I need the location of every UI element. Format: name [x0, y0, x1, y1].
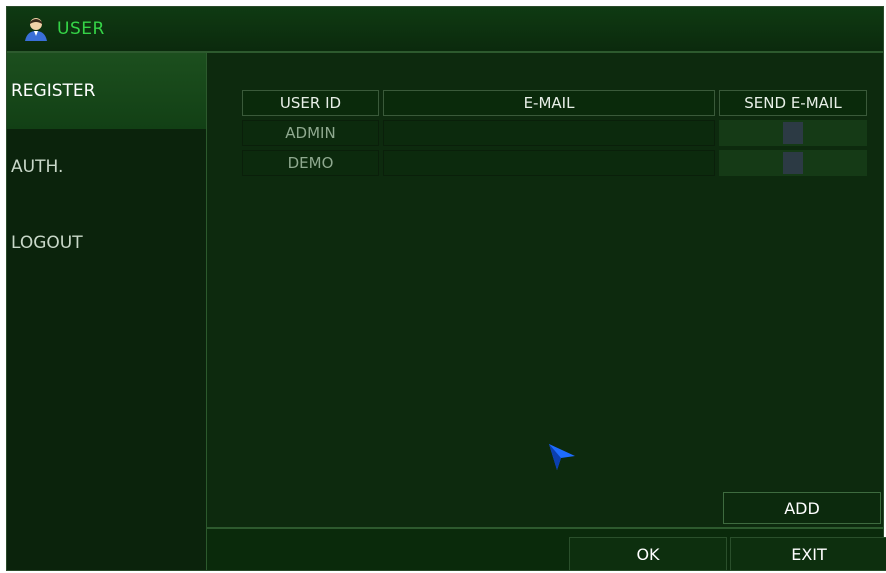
sidebar-item-logout[interactable]: LOGOUT	[7, 205, 206, 281]
add-button[interactable]: ADD	[723, 492, 881, 524]
table-header-row: USER ID E-MAIL SEND E-MAIL	[242, 90, 867, 116]
cursor-arrow-icon	[549, 444, 575, 470]
sidebar-item-register[interactable]: REGISTER	[7, 53, 206, 129]
window-title: USER	[57, 19, 105, 39]
send-email-checkbox[interactable]	[783, 152, 803, 174]
user-window: USER REGISTER AUTH. LOGOUT USER ID E-MAI…	[6, 6, 886, 571]
email-cell[interactable]	[383, 150, 715, 176]
user-id-cell[interactable]: ADMIN	[242, 120, 379, 146]
ok-button[interactable]: OK	[569, 537, 727, 571]
sidebar: REGISTER AUTH. LOGOUT	[7, 53, 207, 570]
sidebar-item-label: AUTH.	[11, 157, 64, 177]
sidebar-item-auth[interactable]: AUTH.	[7, 129, 206, 205]
exit-button[interactable]: EXIT	[730, 537, 886, 571]
sidebar-item-label: REGISTER	[11, 81, 96, 101]
register-panel: USER ID E-MAIL SEND E-MAIL ADMIN DEMO AD…	[207, 53, 883, 527]
email-cell[interactable]	[383, 120, 715, 146]
column-header-send-email: SEND E-MAIL	[719, 90, 867, 116]
user-id-cell[interactable]: DEMO	[242, 150, 379, 176]
footer-bar: OK EXIT	[207, 527, 886, 571]
sidebar-item-label: LOGOUT	[11, 233, 83, 253]
user-icon	[25, 18, 47, 41]
table-row[interactable]: ADMIN	[242, 120, 867, 146]
user-table: USER ID E-MAIL SEND E-MAIL ADMIN DEMO	[238, 86, 871, 180]
column-header-user-id: USER ID	[242, 90, 379, 116]
table-row[interactable]: DEMO	[242, 150, 867, 176]
send-email-checkbox[interactable]	[783, 122, 803, 144]
column-header-email: E-MAIL	[383, 90, 715, 116]
title-bar: USER	[7, 7, 883, 53]
send-email-cell	[719, 120, 867, 146]
send-email-cell	[719, 150, 867, 176]
